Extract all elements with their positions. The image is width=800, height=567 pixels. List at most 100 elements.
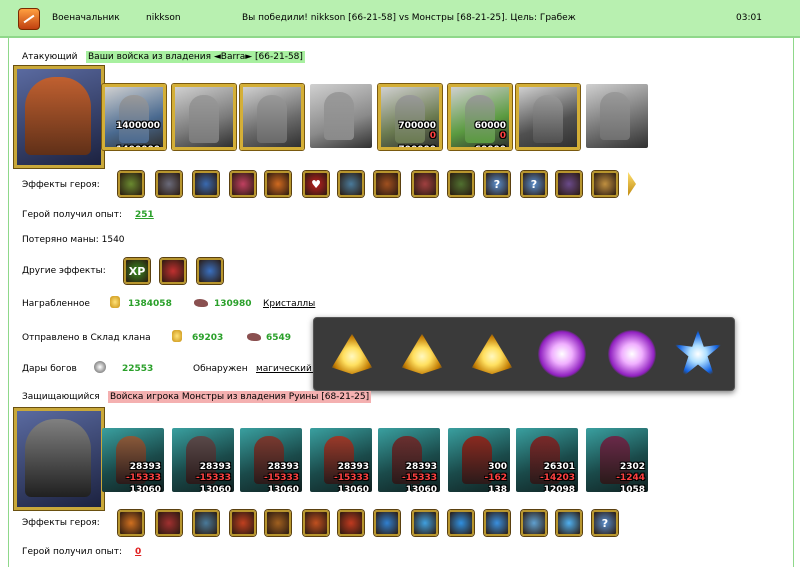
gift-icon[interactable] [230, 171, 256, 197]
chest-icon[interactable] [265, 171, 291, 197]
defender-hero-portrait[interactable] [14, 408, 104, 510]
attacker-unit-card[interactable] [172, 84, 236, 150]
hero-figure [25, 77, 91, 155]
header-role: Военачальник [52, 13, 120, 23]
banner-icon[interactable] [265, 510, 291, 536]
frost-armor-icon[interactable] [374, 510, 400, 536]
unit-loss: -15333 [125, 473, 161, 483]
attacker-unit-card[interactable] [310, 84, 372, 148]
crystal-icon [247, 332, 261, 342]
question-icon[interactable]: ? [592, 510, 618, 536]
header-player[interactable]: nikkson [146, 13, 181, 23]
heart-icon[interactable]: ♥ [303, 171, 329, 197]
sword-icon[interactable] [197, 258, 223, 284]
fist-icon[interactable] [230, 510, 256, 536]
unit-count-top: 28393 [337, 462, 369, 472]
unit-count-top: 28393 [199, 462, 231, 472]
gold-crystal-icon[interactable] [471, 333, 513, 375]
defender-unit-card[interactable]: 26301 -14203 12098 [516, 428, 578, 492]
unit-figure [119, 95, 149, 143]
blue-star-gem-icon[interactable] [674, 330, 722, 378]
attacker-effects-label: Эффекты героя: [22, 180, 100, 190]
defender-unit-card[interactable]: 28393 -15333 13060 [172, 428, 234, 492]
ice-star-icon[interactable] [556, 510, 582, 536]
attacker-unit-card[interactable] [240, 84, 304, 150]
ring-icon[interactable] [556, 171, 582, 197]
defender-unit-card[interactable]: 28393 -15333 13060 [240, 428, 302, 492]
attacker-unit-card[interactable]: 700000 0 700000 [378, 84, 442, 150]
unit-loss: -162 [484, 473, 507, 483]
gold-icon [110, 296, 120, 308]
question-icon[interactable]: ? [484, 171, 510, 197]
unit-count-bottom: 700000 [398, 145, 436, 150]
purple-gem-icon[interactable] [608, 330, 656, 378]
gold-icon [172, 330, 182, 342]
unit-figure [533, 95, 563, 143]
unit-figure [189, 95, 219, 143]
ice-ring-icon[interactable] [448, 510, 474, 536]
unit-count-bottom: 13060 [267, 485, 299, 492]
eagle-icon[interactable] [448, 171, 474, 197]
loot-label: Награбленное [22, 299, 90, 309]
defender-unit-card[interactable]: 28393 -15333 13060 [378, 428, 440, 492]
attacker-unit-card[interactable] [516, 84, 580, 150]
xp-icon[interactable]: XP [124, 258, 150, 284]
defender-badge[interactable]: Войска игрока Монстры из владения Руины … [108, 391, 372, 403]
attacker-hero-portrait[interactable] [14, 66, 104, 168]
scroll-icon[interactable] [118, 171, 144, 197]
gods-gifts-label: Дары богов [22, 364, 77, 374]
ice-shards-icon[interactable] [484, 510, 510, 536]
dragon-icon[interactable] [338, 510, 364, 536]
other-effects-label: Другие эффекты: [22, 266, 106, 276]
unit-count-bottom: 138 [488, 485, 507, 492]
defender-unit-card[interactable]: 28393 -15333 13060 [310, 428, 372, 492]
gold-crystal-icon[interactable] [331, 333, 373, 375]
unit-count-top: 28393 [267, 462, 299, 472]
unit-loss: -15333 [333, 473, 369, 483]
blades-icon[interactable] [156, 510, 182, 536]
armor-icon[interactable] [156, 171, 182, 197]
attacker-unit-card[interactable]: 1400000 1400000 [102, 84, 166, 150]
gods-gift-icon [94, 361, 106, 373]
loot-crystal-link[interactable]: Кристаллы [263, 299, 315, 309]
heart-sword-icon[interactable] [160, 258, 186, 284]
unit-figure [600, 92, 630, 140]
gold-crystal-icon[interactable] [401, 333, 443, 375]
unit-count-top: 300 [488, 462, 507, 472]
unit-loss: -15333 [195, 473, 231, 483]
question-icon[interactable]: ? [521, 171, 547, 197]
attacker-badge[interactable]: Ваши войска из владения ◄Barra► [66-21-5… [86, 51, 305, 63]
unit-loss: -1244 [616, 473, 645, 483]
defender-unit-card[interactable]: 2302 -1244 1058 [586, 428, 648, 492]
ice-icon[interactable] [412, 510, 438, 536]
shield-icon[interactable] [338, 171, 364, 197]
unit-count-bottom: 60000 [474, 145, 506, 150]
unit-count-bottom: 12098 [543, 485, 575, 492]
header-time: 03:01 [736, 13, 762, 23]
banner-icon[interactable] [374, 171, 400, 197]
attacker-unit-card[interactable] [586, 84, 648, 148]
loot-tooltip-popup [313, 317, 735, 391]
unit-count-bottom: 1058 [619, 485, 645, 492]
unit-count-top: 700000 [398, 121, 436, 131]
unit-count-top: 26301 [543, 462, 575, 472]
purple-gem-icon[interactable] [538, 330, 586, 378]
shield-icon[interactable] [193, 510, 219, 536]
unit-count-bottom: 13060 [405, 485, 437, 492]
unit-figure [324, 92, 354, 140]
ice-mace-icon[interactable] [521, 510, 547, 536]
defender-exp-value[interactable]: 0 [135, 547, 141, 557]
defender-unit-card[interactable]: 28393 -15333 13060 [102, 428, 164, 492]
helmet-icon[interactable] [118, 510, 144, 536]
cross-icon[interactable] [412, 171, 438, 197]
scroll-icon[interactable] [592, 171, 618, 197]
attacker-unit-card[interactable]: 60000 0 60000 [448, 84, 512, 150]
attacker-exp-value[interactable]: 251 [135, 210, 154, 220]
unit-figure [257, 95, 287, 143]
unit-count-top: 1400000 [116, 121, 160, 131]
battle-logo-icon [18, 8, 40, 30]
box-icon[interactable] [193, 171, 219, 197]
defender-unit-card[interactable]: 300 -162 138 [448, 428, 510, 492]
gods-gifts-value: 22553 [122, 364, 154, 374]
hammers-icon[interactable] [303, 510, 329, 536]
